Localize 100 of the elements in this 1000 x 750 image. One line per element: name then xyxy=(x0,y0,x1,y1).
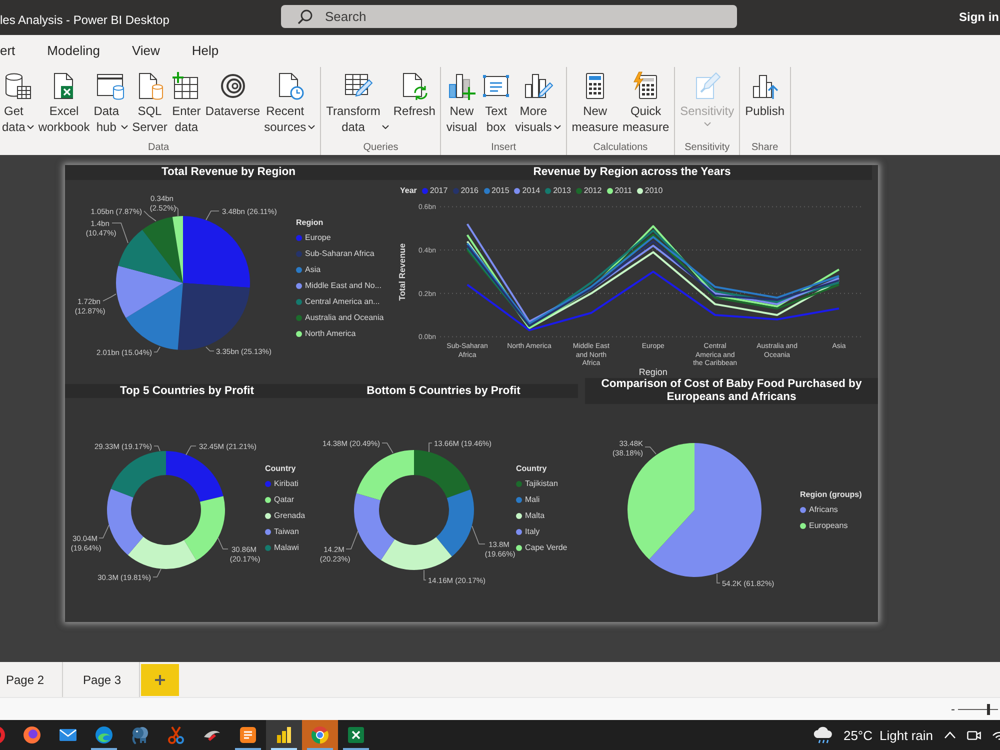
leader-line xyxy=(186,446,196,456)
legend-label: Qatar xyxy=(274,495,294,505)
bar-chart-icon xyxy=(274,725,294,745)
zoom-slider-thumb[interactable] xyxy=(986,704,990,714)
zoom-out-button[interactable]: - xyxy=(948,702,958,716)
caret-icon xyxy=(704,122,711,126)
window-database-icon xyxy=(96,71,126,101)
ribbon-button[interactable]: Excel workbook xyxy=(36,68,92,135)
legend-title: Country xyxy=(265,463,297,475)
legend-label: Central America an... xyxy=(305,297,380,307)
leader-line xyxy=(206,346,214,352)
leader-line xyxy=(382,442,394,454)
ribbon-button[interactable]: Enter data xyxy=(169,68,204,135)
ribbon-button[interactable]: Dataverse xyxy=(203,68,262,119)
axis-title: Total Revenue xyxy=(397,243,407,301)
legend-label: 2011 xyxy=(614,186,632,196)
leader-line xyxy=(102,294,116,302)
chart-title: Top 5 Countries by Profit xyxy=(65,384,309,398)
leader-line xyxy=(644,446,656,454)
leader-line xyxy=(152,568,162,578)
ribbon-button[interactable]: Text box xyxy=(479,68,514,135)
legend-title: Year xyxy=(400,185,417,197)
legend-label: Africans xyxy=(809,505,838,515)
legend-label: Australia and Oceania xyxy=(305,313,384,323)
caret-icon xyxy=(554,125,561,129)
leader-line xyxy=(472,526,486,544)
menu-tab[interactable]: Help xyxy=(192,35,219,65)
ribbon-button[interactable]: SQL Server xyxy=(130,68,170,135)
cloud-rain-icon[interactable] xyxy=(812,726,834,744)
leader-line xyxy=(98,524,110,538)
ribbon-group-label: Queries xyxy=(363,142,398,154)
legend-label: Europe xyxy=(305,233,331,243)
legend-label: Middle East and No... xyxy=(305,281,382,291)
segmented-circle-icon xyxy=(310,725,330,745)
wifi-icon[interactable] xyxy=(992,729,1000,741)
legend-label: Mali xyxy=(525,495,540,505)
legend-title: Country xyxy=(516,463,548,475)
weather-condition: Light rain xyxy=(880,728,933,742)
ribbon-button[interactable]: Data hub xyxy=(92,68,130,135)
chevron-up-icon[interactable] xyxy=(944,731,956,739)
legend-label: 2014 xyxy=(522,186,540,196)
search-field[interactable]: Search xyxy=(281,5,737,28)
legend-label: North America xyxy=(305,329,356,339)
leader-line xyxy=(206,210,220,220)
bar-chart-pencil-icon xyxy=(522,71,553,101)
leader-line xyxy=(346,530,358,550)
menu-tab[interactable]: View xyxy=(132,35,160,65)
legend-label: Europeans xyxy=(809,521,848,531)
ribbon-button[interactable]: Transform data xyxy=(324,68,392,135)
leader-line xyxy=(154,346,160,352)
ribbon-group-label: Sensitivity xyxy=(684,142,730,154)
ribbon-button[interactable]: New visual xyxy=(444,68,480,135)
menu-tab[interactable]: ert xyxy=(0,35,16,65)
weather-temperature: 25°C xyxy=(843,728,873,742)
database-table-icon xyxy=(3,71,34,101)
legend-title: Region (groups) xyxy=(800,489,862,501)
legend-label: 2013 xyxy=(553,186,571,196)
camera-icon[interactable] xyxy=(967,730,981,740)
taskbar-app-button[interactable] xyxy=(266,720,302,750)
sign-in-button[interactable]: Sign in xyxy=(959,10,999,24)
ribbon-button[interactable]: Recent sources xyxy=(262,68,318,135)
chart-title: Comparison of Cost of Baby Food Purchased by Europeans and Africans xyxy=(585,378,878,404)
legend-label: Cape Verde xyxy=(525,543,568,553)
legend-title: Region xyxy=(296,217,324,229)
legend-label: Taiwan xyxy=(274,527,299,537)
menu-tab[interactable]: Modeling xyxy=(47,35,100,65)
chart-title: Bottom 5 Countries by Profit xyxy=(309,384,578,398)
tile-icon xyxy=(238,725,258,745)
window-title: les Analysis - Power BI Desktop xyxy=(0,12,170,28)
legend-label: 2012 xyxy=(584,186,602,196)
caret-icon xyxy=(308,125,316,129)
leader-line xyxy=(218,538,228,550)
legend-label: Italy xyxy=(525,527,540,537)
caret-icon xyxy=(121,125,128,129)
orb-icon xyxy=(22,725,42,745)
ribbon-button[interactable]: Quick measure xyxy=(620,68,672,135)
ribbon-button[interactable]: Publish xyxy=(743,68,787,119)
add-page-button[interactable] xyxy=(141,664,180,696)
legend-label: Sub-Saharan Africa xyxy=(305,249,374,259)
ribbon-button[interactable]: More visuals xyxy=(513,68,563,135)
spreadsheet-icon xyxy=(346,725,366,745)
ribbon-button[interactable]: New measure xyxy=(570,68,620,135)
ribbon-group-label: Share xyxy=(751,142,778,154)
leader-line xyxy=(144,210,156,222)
legend-label: 2017 xyxy=(430,186,448,196)
ribbon-group-label: Insert xyxy=(491,142,516,154)
legend-label: 2015 xyxy=(492,186,510,196)
ribbon-button[interactable]: Get data xyxy=(0,68,36,135)
chart-title: Revenue by Region across the Years xyxy=(392,165,872,180)
legend-label: Tajikistan xyxy=(525,479,558,489)
scissors-icon xyxy=(166,725,186,745)
plus-icon xyxy=(155,674,166,684)
bar-chart-plus-icon xyxy=(446,71,477,101)
ribbon-button[interactable]: Refresh xyxy=(391,68,438,119)
elephant-icon xyxy=(130,725,150,745)
axis-title: Region xyxy=(638,367,668,377)
ribbon-group-label: Data xyxy=(148,142,170,154)
leader-line xyxy=(716,574,720,584)
legend-label: 2016 xyxy=(460,186,478,196)
legend-label: Asia xyxy=(305,265,321,275)
